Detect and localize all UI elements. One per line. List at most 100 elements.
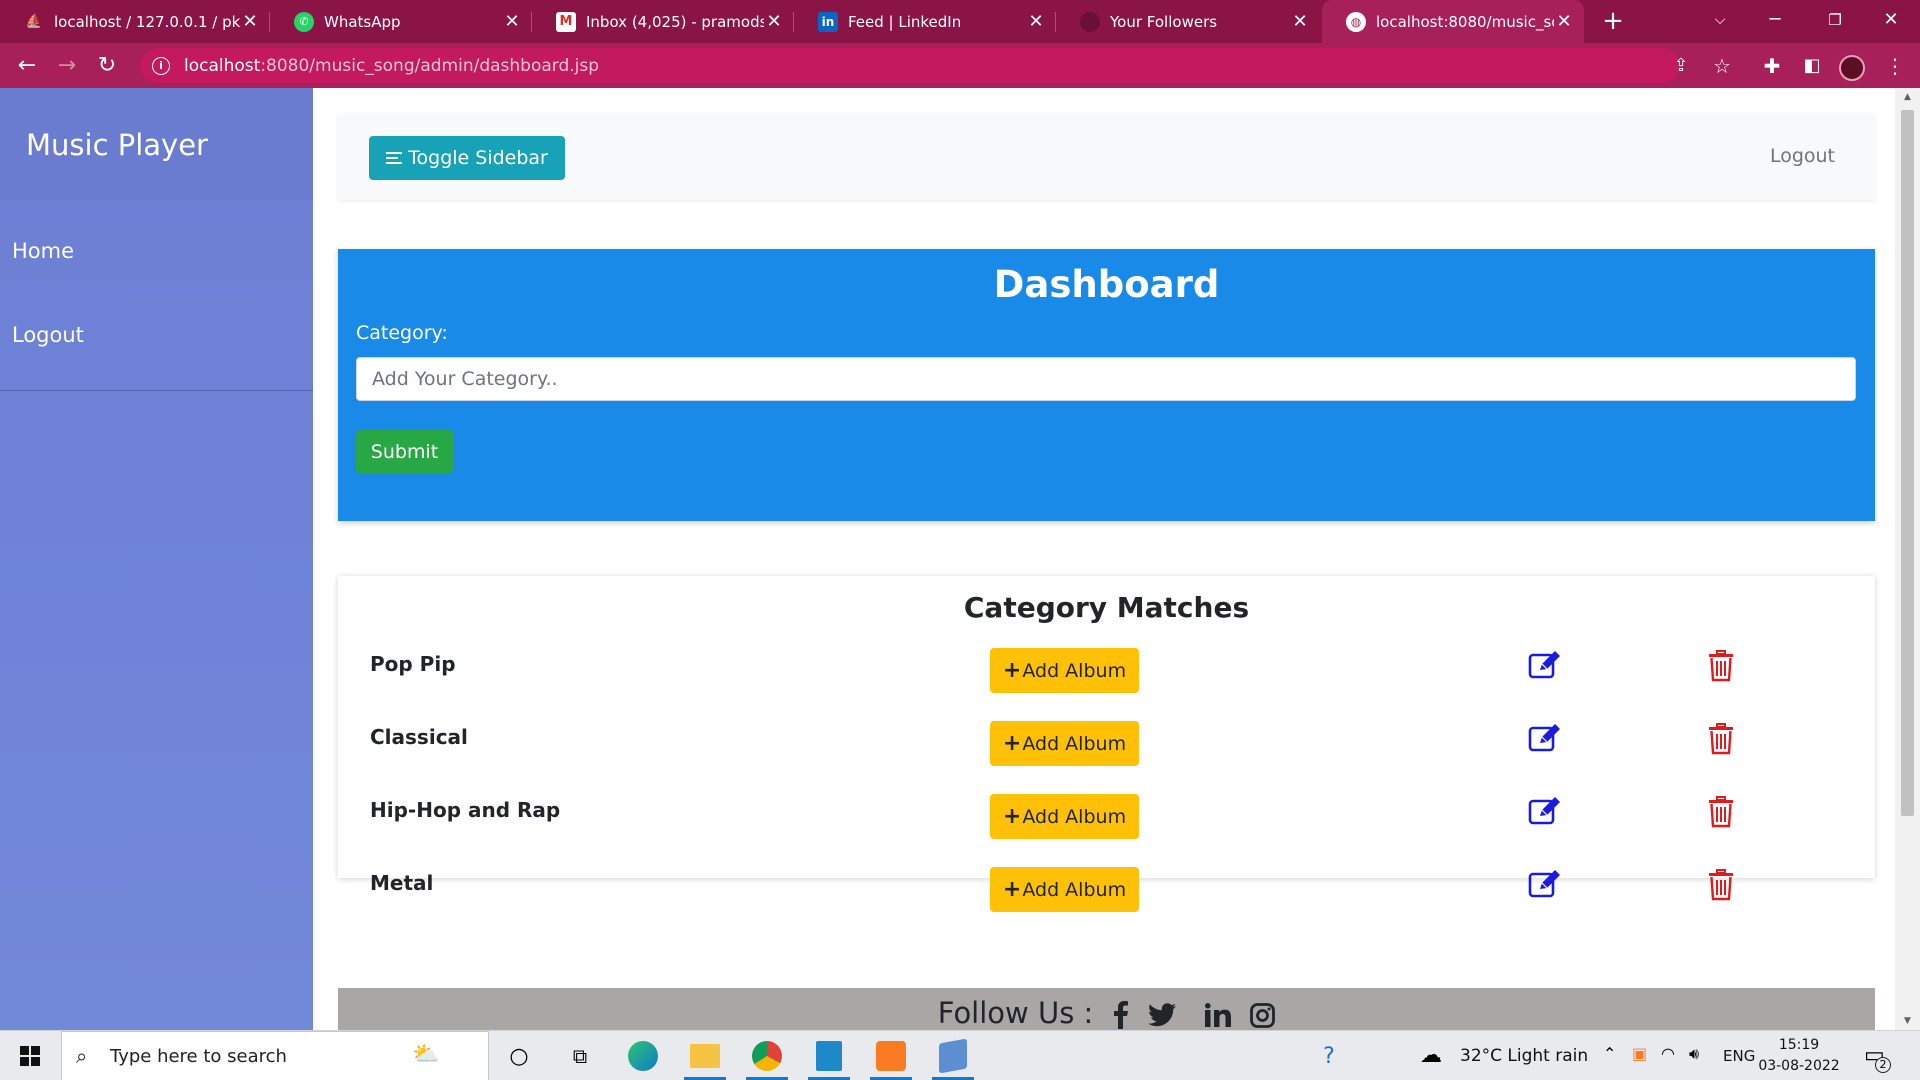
wifi-icon[interactable]: ◠ — [1661, 1044, 1675, 1063]
close-window-button[interactable]: ✕ — [1866, 0, 1916, 43]
virtualbox-icon[interactable] — [928, 1035, 978, 1080]
page-scrollbar[interactable]: ▲ ▼ — [1895, 88, 1920, 1030]
plus-icon: + — [1002, 877, 1022, 902]
instagram-icon[interactable] — [1250, 1002, 1276, 1028]
add-album-button[interactable]: + Add Album — [990, 867, 1139, 912]
side-panel-icon[interactable]: ◧ — [1797, 51, 1827, 81]
category-matches-panel: Category Matches Pop Pip + Add Album Clas — [338, 576, 1875, 912]
phpmyadmin-icon: ⛵ — [25, 14, 43, 29]
github-icon — [1080, 11, 1100, 32]
page-viewport: Music Player Home Logout Toggle Sidebar … — [0, 88, 1920, 1030]
edit-icon[interactable] — [1528, 796, 1562, 826]
edge-icon[interactable] — [618, 1035, 668, 1077]
add-album-button[interactable]: + Add Album — [990, 648, 1139, 693]
extensions-icon[interactable]: ✚ — [1757, 51, 1787, 81]
browser-toolbar: ← → ↻ i localhost:8080/music_song/admin/… — [0, 43, 1920, 88]
weather-widget-icon: ⛅ — [412, 1042, 440, 1067]
new-tab-button[interactable]: + — [1598, 6, 1628, 36]
back-button[interactable]: ← — [12, 51, 42, 81]
volume-icon[interactable]: 🔊︎ — [1689, 1044, 1699, 1064]
close-icon[interactable]: ✕ — [1554, 11, 1574, 32]
twitter-icon[interactable] — [1147, 1003, 1176, 1027]
restore-button[interactable]: ❐ — [1810, 0, 1860, 43]
weather-text[interactable]: 32°C Light rain — [1460, 1046, 1588, 1066]
sidebar-item-logout[interactable]: Logout — [0, 309, 313, 365]
language-indicator[interactable]: ENG — [1723, 1047, 1755, 1065]
trash-icon[interactable] — [1708, 723, 1734, 755]
edit-icon[interactable] — [1528, 723, 1562, 753]
notepad-icon[interactable] — [804, 1035, 854, 1080]
bookmark-star-icon[interactable]: ☆ — [1707, 51, 1737, 81]
dashboard-panel: Dashboard Category: Submit — [338, 249, 1875, 521]
sidebar: Music Player Home Logout — [0, 88, 313, 1030]
close-icon[interactable]: ✕ — [502, 11, 522, 32]
chevron-up-icon[interactable]: ⌃ — [1603, 1044, 1616, 1063]
sidebar-item-home[interactable]: Home — [0, 225, 313, 281]
address-bar[interactable]: i localhost:8080/music_song/admin/dashbo… — [140, 48, 1680, 83]
xampp-icon[interactable] — [866, 1035, 916, 1080]
navbar-logout-link[interactable]: Logout — [1770, 145, 1835, 167]
toggle-sidebar-label: Toggle Sidebar — [408, 147, 548, 169]
url-host: localhost — [184, 55, 261, 76]
category-row: Pop Pip + Add Album — [338, 648, 1875, 694]
scrollbar-thumb[interactable] — [1901, 110, 1914, 816]
trash-icon[interactable] — [1708, 650, 1734, 682]
add-album-button[interactable]: + Add Album — [990, 794, 1139, 839]
tab-whatsapp[interactable]: ✆ WhatsApp ✕ — [270, 0, 532, 43]
tab-phpmyadmin[interactable]: ⛵ localhost / 127.0.0.1 / pk2 / ✕ — [0, 0, 270, 43]
align-left-icon — [386, 149, 403, 167]
windows-start-icon[interactable] — [20, 1046, 40, 1066]
trash-icon[interactable] — [1708, 869, 1734, 901]
dashboard-title: Dashboard — [993, 263, 1220, 306]
clock-time: 15:19 — [1778, 1037, 1820, 1053]
close-icon[interactable]: ✕ — [1026, 11, 1046, 32]
footer: Follow Us : — [338, 988, 1875, 1030]
cortana-icon[interactable]: ○ — [494, 1035, 544, 1077]
category-input[interactable] — [356, 357, 1856, 401]
linkedin-icon[interactable] — [1204, 1003, 1231, 1027]
tab-title: Inbox (4,025) - pramodsaini — [586, 12, 764, 31]
site-info-icon[interactable]: i — [152, 56, 170, 75]
notification-count-badge: 2 — [1875, 1057, 1891, 1073]
close-icon[interactable]: ✕ — [1290, 11, 1310, 32]
gmail-icon: M — [556, 11, 576, 32]
help-icon[interactable]: ? — [1304, 1035, 1354, 1077]
reload-button[interactable]: ↻ — [92, 51, 122, 81]
xampp-tray-icon[interactable]: ▣ — [1632, 1044, 1647, 1063]
category-row: Classical + Add Album — [338, 721, 1875, 767]
tab-linkedin[interactable]: in Feed | LinkedIn ✕ — [794, 0, 1056, 43]
tab-music-song[interactable]: ◍ localhost:8080/music_song/ ✕ — [1322, 0, 1584, 43]
browser-tab-strip: ⛵ localhost / 127.0.0.1 / pk2 / ✕ ✆ What… — [0, 0, 1920, 43]
add-album-button[interactable]: + Add Album — [990, 721, 1139, 766]
weather-icon[interactable]: ☁ — [1420, 1043, 1442, 1068]
taskbar-clock[interactable]: 15:19 03-08-2022 — [1757, 1035, 1841, 1077]
menu-kebab-icon[interactable]: ⋮ — [1880, 51, 1910, 81]
scroll-up-arrow-icon[interactable]: ▲ — [1895, 88, 1920, 106]
scroll-down-arrow-icon[interactable]: ▼ — [1895, 1012, 1920, 1030]
edit-icon[interactable] — [1528, 869, 1562, 899]
main-content: Toggle Sidebar Logout Dashboard Category… — [313, 88, 1895, 1030]
minimize-button[interactable]: ─ — [1750, 0, 1800, 43]
profile-avatar[interactable] — [1837, 51, 1867, 81]
tab-search-button[interactable]: ⌵ — [1695, 0, 1745, 43]
task-view-icon[interactable]: ⧉ — [555, 1035, 605, 1077]
tab-title: Your Followers — [1110, 12, 1218, 31]
file-explorer-icon[interactable] — [680, 1035, 730, 1080]
trash-icon[interactable] — [1708, 796, 1734, 828]
share-icon[interactable]: ⇪ — [1666, 51, 1696, 81]
facebook-icon[interactable] — [1113, 1001, 1129, 1029]
forward-button[interactable]: → — [52, 51, 82, 81]
search-placeholder: Type here to search — [110, 1046, 287, 1067]
plus-icon: + — [1002, 658, 1022, 683]
toggle-sidebar-button[interactable]: Toggle Sidebar — [369, 136, 565, 180]
tab-followers[interactable]: Your Followers ✕ — [1056, 0, 1320, 43]
submit-button[interactable]: Submit — [356, 430, 453, 473]
taskbar-search-box[interactable]: ⌕ Type here to search ⛅ — [61, 1031, 489, 1080]
tab-gmail[interactable]: M Inbox (4,025) - pramodsaini ✕ — [532, 0, 794, 43]
edit-icon[interactable] — [1528, 650, 1562, 680]
close-icon[interactable]: ✕ — [240, 11, 260, 32]
close-icon[interactable]: ✕ — [764, 11, 784, 32]
follow-us-label: Follow Us : — [937, 996, 1094, 1030]
sidebar-brand: Music Player — [0, 88, 313, 200]
chrome-icon[interactable] — [742, 1035, 792, 1080]
